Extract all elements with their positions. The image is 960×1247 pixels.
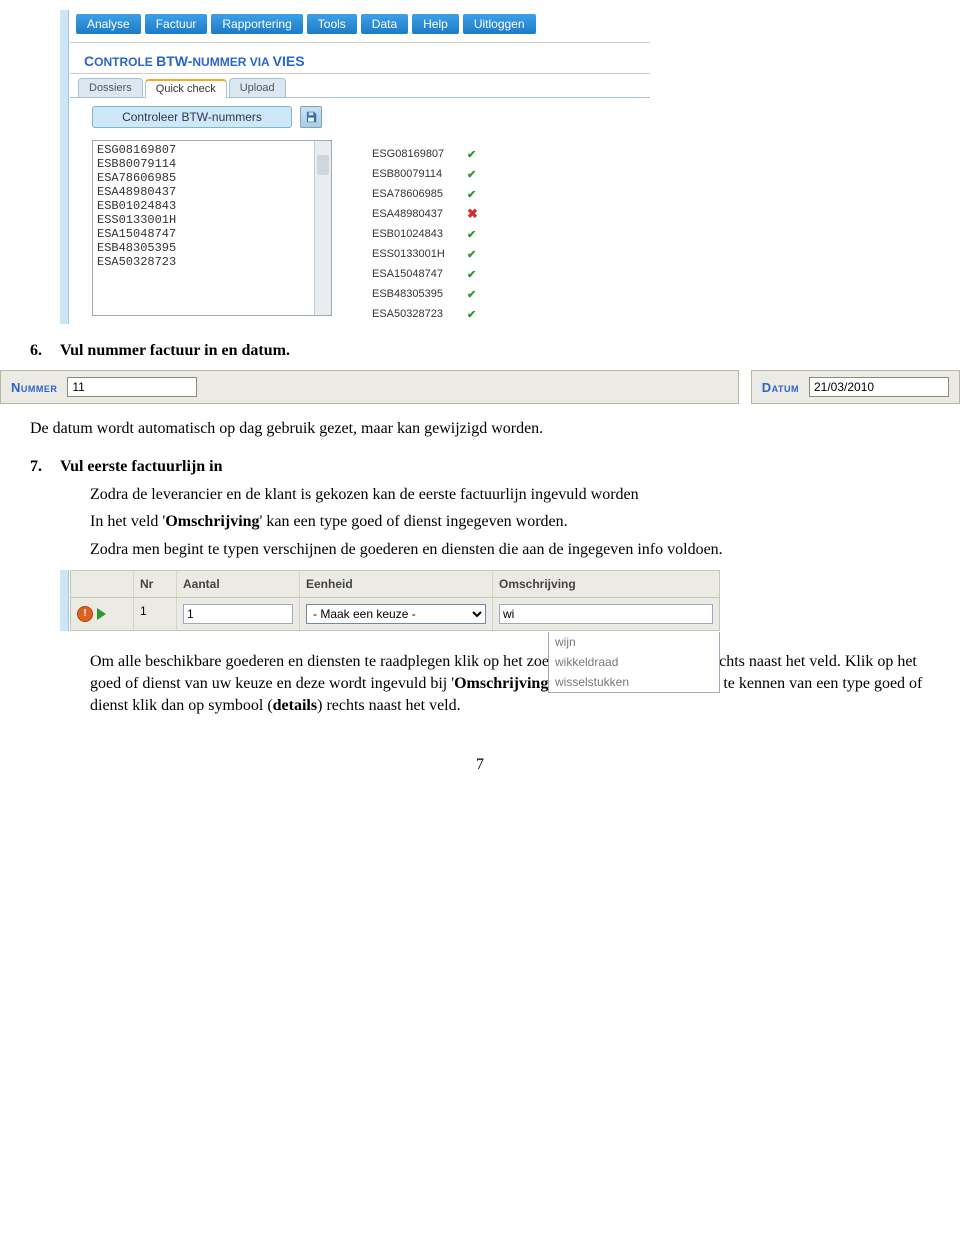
vat-result-row: ESG08169807✔	[372, 144, 478, 164]
warning-icon[interactable]: !	[77, 606, 93, 622]
sub-tabs: DossiersQuick checkUpload	[70, 74, 650, 98]
nummer-datum-bar: Nummer Datum	[0, 370, 960, 404]
vat-result-value: ESB48305395	[372, 288, 467, 300]
menu-item-factuur[interactable]: Factuur	[145, 14, 208, 34]
window-left-accent	[60, 10, 69, 324]
vat-result-row: ESB48305395✔	[372, 284, 478, 304]
menu-item-help[interactable]: Help	[412, 14, 459, 34]
nummer-input[interactable]	[67, 377, 197, 397]
vat-result-value: ESA50328723	[372, 308, 467, 320]
window-left-accent	[60, 570, 69, 631]
vat-result-row: ESB01024843✔	[372, 224, 478, 244]
insert-arrow-icon[interactable]	[97, 608, 106, 620]
vat-input-textarea[interactable]: ESG08169807ESB80079114ESA78606985ESA4898…	[92, 140, 332, 316]
vat-result-value: ESS0133001H	[372, 248, 467, 260]
check-icon: ✔	[467, 288, 476, 301]
grid-row: ! 1 - Maak een keuze -	[71, 598, 719, 630]
autocomplete-option[interactable]: wijn	[549, 632, 719, 652]
vat-input-line: ESG08169807	[97, 143, 327, 157]
row-nr: 1	[134, 598, 177, 630]
nummer-label: Nummer	[11, 380, 57, 395]
aantal-input[interactable]	[183, 604, 293, 624]
menu-item-data[interactable]: Data	[361, 14, 408, 34]
check-icon: ✔	[467, 268, 476, 281]
eenheid-select[interactable]: - Maak een keuze -	[306, 604, 486, 624]
autocomplete-dropdown[interactable]: wijnwikkeldraadwisselstukken	[548, 632, 720, 693]
vat-input-line: ESB01024843	[97, 199, 327, 213]
vat-input-line: ESA48980437	[97, 185, 327, 199]
step-7-para2: Om alle beschikbare goederen en diensten…	[90, 651, 930, 716]
step-6-note: De datum wordt automatisch op dag gebrui…	[30, 418, 930, 440]
vat-input-line: ESA15048747	[97, 227, 327, 241]
tab-dossiers[interactable]: Dossiers	[78, 78, 143, 97]
nummer-panel: Nummer	[0, 370, 739, 404]
vat-input-line: ESS0133001H	[97, 213, 327, 227]
check-icon: ✔	[467, 188, 476, 201]
vat-result-row: ESA78606985✔	[372, 184, 478, 204]
check-icon: ✔	[467, 228, 476, 241]
check-icon: ✔	[467, 248, 476, 261]
check-icon: ✔	[467, 308, 476, 321]
check-area: ESG08169807ESB80079114ESA78606985ESA4898…	[70, 134, 650, 324]
vat-result-value: ESG08169807	[372, 148, 467, 160]
vat-result-value: ESA48980437	[372, 208, 467, 220]
main-menu: AnalyseFactuurRapporteringToolsDataHelpU…	[70, 10, 650, 43]
vat-input-line: ESB48305395	[97, 241, 327, 255]
datum-label: Datum	[762, 380, 799, 395]
vat-result-value: ESA78606985	[372, 188, 467, 200]
vat-result-value: ESA15048747	[372, 268, 467, 280]
menu-item-analyse[interactable]: Analyse	[76, 14, 141, 34]
datum-input[interactable]	[809, 377, 949, 397]
step-7-line1: Zodra de leverancier en de klant is geko…	[90, 484, 930, 506]
vat-result-row: ESB80079114✔	[372, 164, 478, 184]
cross-icon: ✖	[467, 206, 478, 222]
toolbar: Controleer BTW-nummers	[70, 98, 650, 134]
datum-panel: Datum	[751, 370, 960, 404]
check-icon: ✔	[467, 148, 476, 161]
vies-app-screenshot: AnalyseFactuurRapporteringToolsDataHelpU…	[60, 10, 650, 324]
step-7-line3: Zodra men begint te typen verschijnen de…	[90, 539, 930, 561]
vat-input-line: ESB80079114	[97, 157, 327, 171]
check-icon: ✔	[467, 168, 476, 181]
tab-upload[interactable]: Upload	[229, 78, 286, 97]
vat-input-line: ESA50328723	[97, 255, 327, 269]
save-icon[interactable]	[300, 106, 322, 128]
vat-result-list: ESG08169807✔ESB80079114✔ESA78606985✔ESA4…	[372, 140, 478, 324]
tab-quick-check[interactable]: Quick check	[145, 79, 227, 98]
vat-result-row: ESA15048747✔	[372, 264, 478, 284]
step-7-line2: In het veld 'Omschrijving' kan een type …	[90, 511, 930, 533]
autocomplete-option[interactable]: wisselstukken	[549, 672, 719, 692]
autocomplete-option[interactable]: wikkeldraad	[549, 652, 719, 672]
invoice-line-grid: Nr Aantal Eenheid Omschrijving ! 1 - Maa…	[60, 570, 720, 631]
vat-result-row: ESA48980437✖	[372, 204, 478, 224]
omschrijving-input[interactable]	[499, 604, 713, 624]
menu-item-rapportering[interactable]: Rapportering	[211, 14, 302, 34]
vat-result-value: ESB01024843	[372, 228, 467, 240]
grid-header: Nr Aantal Eenheid Omschrijving	[71, 571, 719, 598]
vat-result-value: ESB80079114	[372, 168, 467, 180]
step-7-heading: 7. Vul eerste factuurlijn in	[30, 458, 930, 476]
step-6-heading: 6. Vul nummer factuur in en datum.	[30, 342, 930, 360]
scrollbar[interactable]	[314, 141, 331, 315]
page-number: 7	[0, 756, 960, 774]
vat-result-row: ESS0133001H✔	[372, 244, 478, 264]
menu-item-uitloggen[interactable]: Uitloggen	[463, 14, 536, 34]
vat-input-line: ESA78606985	[97, 171, 327, 185]
section-title: CONTROLE BTW-NUMMER VIA VIES	[70, 43, 650, 74]
menu-item-tools[interactable]: Tools	[307, 14, 357, 34]
vat-result-row: ESA50328723✔	[372, 304, 478, 324]
check-vat-button[interactable]: Controleer BTW-nummers	[92, 106, 292, 128]
